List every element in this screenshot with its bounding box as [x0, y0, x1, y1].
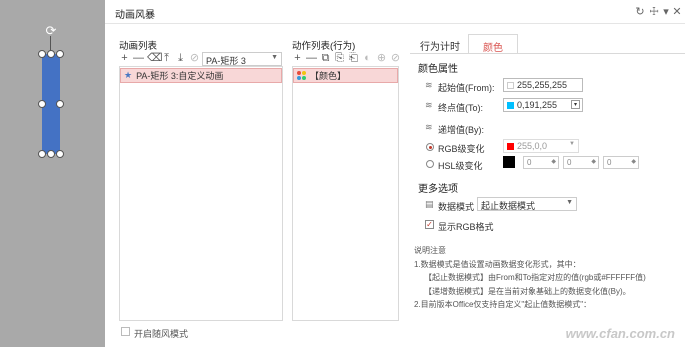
notes-line: 1.数据模式是值设置动画数据变化形式，其中：: [414, 259, 581, 269]
tab-behavior-timing[interactable]: 行为计时: [410, 34, 470, 54]
end-value-label: 终点值(To):: [438, 103, 484, 113]
plus-icon[interactable]: +: [119, 52, 130, 64]
action-list-header: 动作列表(行为): [292, 41, 356, 52]
custom-animation-star-icon: ★: [124, 70, 133, 80]
close-icon[interactable]: ✕: [671, 5, 683, 18]
link-icon[interactable]: ⊘: [390, 52, 401, 64]
hsl-l-value: 0: [607, 158, 612, 167]
move-bottom-icon[interactable]: ⤓: [175, 52, 186, 64]
chevron-down-icon: ▼: [566, 199, 573, 206]
hsl-s-value: 0: [567, 158, 572, 167]
notes-line: 【起止数据模式】由From和To指定对应的值(rgb或#FFFFFF值): [424, 273, 646, 282]
animation-list[interactable]: [119, 66, 283, 321]
pane-title-bar: 动画风暴 ↻ ☩ ▾ ✕: [105, 0, 685, 24]
rotate-handle-icon[interactable]: ⟳: [44, 24, 58, 38]
start-color-swatch: [507, 81, 514, 89]
refresh-icon[interactable]: ↻: [634, 5, 646, 18]
pin-icon[interactable]: ☩: [648, 5, 660, 18]
hsl-s-spinner[interactable]: 0 ◆: [563, 156, 599, 169]
storm-mode-checkbox[interactable]: [121, 327, 130, 336]
watermark: www.cfan.com.cn: [565, 326, 675, 341]
start-value-text: 255,255,255: [517, 80, 568, 90]
color-properties-title: 颜色属性: [418, 64, 458, 75]
increment-value-label: 递增值(By):: [438, 125, 484, 135]
add-action-icon[interactable]: ⊕: [376, 52, 387, 64]
rgb-change-radio[interactable]: [426, 143, 434, 151]
pane-title: 动画风暴: [115, 10, 155, 21]
color-picker-icon[interactable]: ▾: [571, 100, 580, 109]
paste-icon[interactable]: ⎘: [334, 52, 345, 64]
resize-handle-top-right[interactable]: [56, 50, 64, 58]
resize-handle-bottom[interactable]: [47, 150, 55, 158]
resize-handle-left[interactable]: [38, 100, 46, 108]
copy-icon[interactable]: ⧉: [320, 52, 331, 64]
tab-color[interactable]: 颜色: [468, 34, 518, 54]
data-mode-select[interactable]: 起止数据模式 ▼: [477, 197, 577, 211]
end-color-swatch: [507, 101, 514, 109]
link-icon[interactable]: ⊘: [189, 52, 200, 64]
tab-divider: [410, 53, 685, 54]
start-value-label: 起始值(From):: [438, 83, 495, 93]
hsl-l-spinner[interactable]: 0 ◆: [603, 156, 639, 169]
show-rgb-label: 显示RGB格式: [438, 222, 494, 232]
spinner-arrow-icon: ◆: [551, 159, 556, 165]
hsl-change-label: HSL级变化: [438, 161, 483, 171]
animation-list-item[interactable]: ★ PA-矩形 3:自定义动画: [120, 68, 282, 83]
chevron-down-icon: ▼: [271, 54, 278, 61]
more-options-title: 更多选项: [418, 184, 458, 195]
move-top-icon[interactable]: ⤒: [161, 52, 172, 64]
minus-icon[interactable]: —: [306, 52, 317, 64]
trash-icon[interactable]: ⌫: [147, 52, 163, 64]
resize-handle-bottom-right[interactable]: [56, 150, 64, 158]
paste-special-icon[interactable]: ⎗: [348, 52, 359, 64]
rgb-color-swatch: [507, 142, 514, 150]
data-mode-value: 起止数据模式: [481, 201, 536, 211]
spinner-arrow-icon: ◆: [631, 159, 636, 165]
action-list[interactable]: [292, 66, 399, 321]
wave-icon: ≋: [425, 80, 433, 90]
minus-icon[interactable]: —: [133, 52, 144, 64]
storm-mode-label: 开启随风模式: [134, 329, 189, 339]
notes-line: 2.目前版本Office仅支持自定义"起止值数据模式"：: [414, 300, 592, 309]
plus-icon[interactable]: +: [292, 52, 303, 64]
resize-handle-top-left[interactable]: [38, 50, 46, 58]
toggle-icon[interactable]: ◐: [362, 52, 373, 64]
end-value-text: 0,191,255: [517, 100, 558, 110]
end-value-input[interactable]: 0,191,255 ▾: [503, 98, 583, 112]
notes-title: 说明注意: [414, 246, 446, 255]
wave-icon: ≋: [425, 100, 433, 110]
action-item-label: 【颜色】: [310, 71, 347, 81]
chevron-down-icon: ▼: [569, 141, 575, 147]
rgb-change-label: RGB级变化: [438, 144, 485, 154]
resize-handle-top[interactable]: [47, 50, 55, 58]
color-palette-icon: [297, 71, 306, 80]
spinner-arrow-icon: ◆: [591, 159, 596, 165]
animation-storm-pane: 动画风暴 ↻ ☩ ▾ ✕ 动画列表 + — ⌫ ⤒ ⤓ ⊘ PA-矩形 3 ▼ …: [105, 0, 685, 347]
data-mode-label: 数据模式: [438, 202, 475, 212]
action-list-item[interactable]: 【颜色】: [293, 68, 398, 83]
resize-handle-right[interactable]: [56, 100, 64, 108]
notes-line: 【递增数据模式】是在当前对象基础上的数据变化值(By)。: [424, 286, 631, 296]
shape-select[interactable]: PA-矩形 3 ▼: [202, 52, 282, 66]
hsl-color-swatch[interactable]: [503, 156, 515, 168]
notes-section: 说明注意 1.数据模式是值设置动画数据变化形式，其中： 【起止数据模式】由Fro…: [414, 244, 679, 312]
action-list-toolbar: + — ⧉ ⎘ ⎗ ◐ ⊕ ⊘: [292, 52, 401, 64]
show-rgb-checkbox[interactable]: ✓: [425, 220, 434, 229]
shape-select-value: PA-矩形 3: [206, 56, 246, 66]
wave-icon: ≋: [425, 122, 433, 132]
start-value-input[interactable]: 255,255,255: [503, 78, 583, 92]
hsl-h-value: 0: [527, 158, 532, 167]
slide-canvas: ⟳: [0, 0, 105, 347]
hsl-h-spinner[interactable]: 0 ◆: [523, 156, 559, 169]
animation-list-header: 动画列表: [119, 41, 158, 52]
animation-list-toolbar: + — ⌫ ⤒ ⤓ ⊘: [119, 52, 200, 64]
hsl-change-radio[interactable]: [426, 160, 434, 168]
animation-item-label: PA-矩形 3:自定义动画: [136, 71, 224, 81]
data-mode-icon: ▤: [425, 199, 434, 209]
rgb-change-text: 255,0,0: [517, 141, 548, 151]
resize-handle-bottom-left[interactable]: [38, 150, 46, 158]
rgb-change-input[interactable]: 255,0,0 ▼: [503, 139, 579, 153]
